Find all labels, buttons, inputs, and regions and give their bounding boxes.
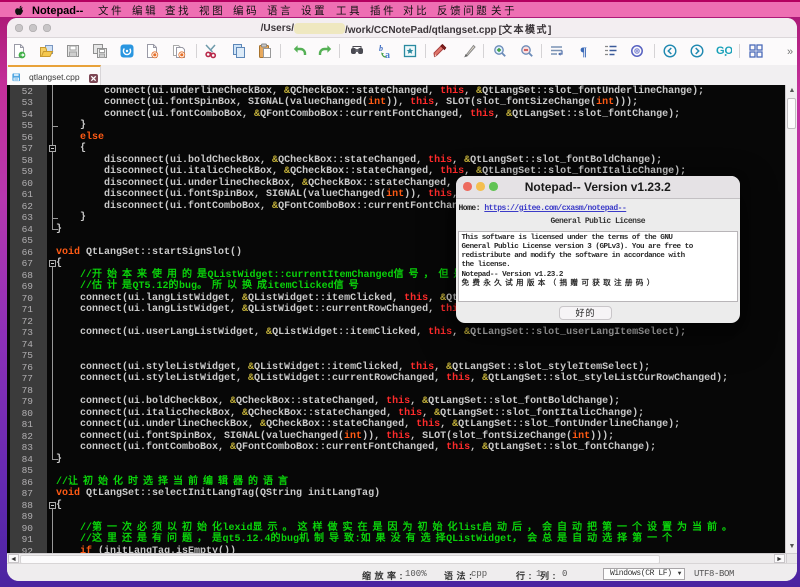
svg-text:¶: ¶ bbox=[580, 44, 587, 59]
svg-text:b: b bbox=[379, 44, 383, 53]
svg-text:a: a bbox=[385, 50, 390, 59]
svg-text:»: » bbox=[787, 46, 793, 58]
svg-text:GO: GO bbox=[716, 45, 732, 57]
